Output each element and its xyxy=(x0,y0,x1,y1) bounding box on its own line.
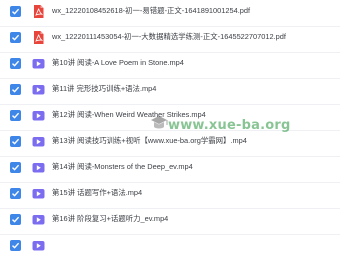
file-row[interactable]: 第15讲 话题写作+语法.mp4 xyxy=(0,182,340,209)
checkbox-checked[interactable] xyxy=(10,58,21,69)
check-icon xyxy=(12,138,20,145)
check-icon xyxy=(12,34,20,41)
file-row-partial[interactable] xyxy=(0,234,340,260)
file-name[interactable]: 第16讲 阶段复习+话题听力_ev.mp4 xyxy=(52,214,337,224)
video-file-icon xyxy=(32,241,45,251)
checkbox-checked[interactable] xyxy=(10,214,21,225)
file-name[interactable]: wx_12220108452618-初一-易错题-正文-164189100125… xyxy=(52,6,337,16)
file-name[interactable]: 第13讲 阅读技巧训练+视听【www.xue-ba.org学霸网】.mp4 xyxy=(52,136,337,146)
file-name[interactable]: 第14讲 阅读-Monsters of the Deep_ev.mp4 xyxy=(52,162,337,172)
checkbox-checked[interactable] xyxy=(10,136,21,147)
checkbox-checked[interactable] xyxy=(10,162,21,173)
video-file-icon xyxy=(32,85,45,95)
checkbox-checked[interactable] xyxy=(10,188,21,199)
watermark-text: www.xue-ba.org xyxy=(168,118,291,133)
checkbox-checked[interactable] xyxy=(10,84,21,95)
pdf-file-icon xyxy=(34,5,44,18)
video-file-icon xyxy=(32,163,45,173)
watermark-logo-icon xyxy=(151,116,168,129)
checkbox-checked[interactable] xyxy=(10,32,21,43)
file-row[interactable]: 第10讲 阅读-A Love Poem in Stone.mp4 xyxy=(0,52,340,79)
pdf-file-icon xyxy=(34,31,44,44)
video-file-icon xyxy=(32,215,45,225)
file-name[interactable]: 第10讲 阅读-A Love Poem in Stone.mp4 xyxy=(52,58,337,68)
file-name[interactable]: 第15讲 话题写作+语法.mp4 xyxy=(52,188,337,198)
checkbox-checked[interactable] xyxy=(10,6,21,17)
file-row[interactable]: wx_12220108452618-初一-易错题-正文-164189100125… xyxy=(0,0,340,27)
check-icon xyxy=(12,164,20,171)
file-row[interactable]: 第13讲 阅读技巧训练+视听【www.xue-ba.org学霸网】.mp4 xyxy=(0,130,340,157)
video-file-icon xyxy=(32,59,45,69)
check-icon xyxy=(12,60,20,67)
check-icon xyxy=(12,112,20,119)
check-icon xyxy=(12,8,20,15)
file-row[interactable]: 第11讲 完形技巧训练+语法.mp4 xyxy=(0,78,340,105)
file-name[interactable]: 第11讲 完形技巧训练+语法.mp4 xyxy=(52,84,337,94)
checkbox-checked[interactable] xyxy=(10,110,21,121)
check-icon xyxy=(12,216,20,223)
file-name[interactable]: wx_12220111453054-初一-大数据精选学练测-正文-1645522… xyxy=(52,32,337,42)
check-icon xyxy=(12,190,20,197)
video-file-icon xyxy=(32,111,45,121)
file-row[interactable]: 第16讲 阶段复习+话题听力_ev.mp4 xyxy=(0,208,340,235)
video-file-icon xyxy=(32,189,45,199)
check-icon xyxy=(12,242,20,249)
file-row[interactable]: wx_12220111453054-初一-大数据精选学练测-正文-1645522… xyxy=(0,26,340,53)
file-row[interactable]: 第14讲 阅读-Monsters of the Deep_ev.mp4 xyxy=(0,156,340,183)
check-icon xyxy=(12,86,20,93)
video-file-icon xyxy=(32,137,45,147)
checkbox-checked[interactable] xyxy=(10,240,21,251)
